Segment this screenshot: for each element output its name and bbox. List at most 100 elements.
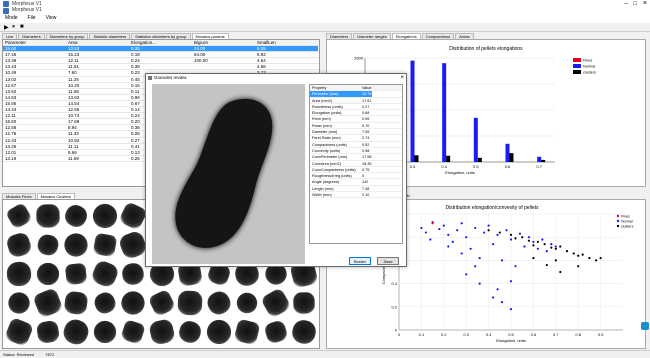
properties-body: Perimeter (mm) 15.75 Area (mm2) 17.61 Roundn… xyxy=(310,91,402,199)
property-value: 7.38 xyxy=(362,186,370,191)
mosaic-tile[interactable] xyxy=(6,290,32,316)
mosaic-tile[interactable] xyxy=(262,319,289,345)
app-icon xyxy=(3,1,9,7)
property-value: 2.74 xyxy=(362,136,370,141)
bar xyxy=(505,143,510,162)
scatter-point xyxy=(554,259,557,262)
mosaic-tile[interactable] xyxy=(147,288,176,318)
mosaic-tile[interactable] xyxy=(5,231,33,259)
mosaic-tile[interactable] xyxy=(32,259,63,289)
mosaic-tile[interactable] xyxy=(3,316,35,348)
mosaic-tile[interactable] xyxy=(233,318,261,346)
mosaic-tile[interactable] xyxy=(89,258,120,290)
mosaic-tile[interactable] xyxy=(91,318,118,346)
scatter-point xyxy=(599,256,602,260)
table-cell: 0.38 xyxy=(131,64,140,70)
x-axis-label: Elongation, units xyxy=(445,170,475,175)
stop-icon[interactable]: ■ xyxy=(20,24,24,30)
scatter-point xyxy=(550,246,553,249)
mosaic-tile[interactable] xyxy=(203,287,234,319)
table-cell xyxy=(192,64,255,69)
scatter-point xyxy=(509,233,513,236)
property-name: Rmin (mm) xyxy=(312,117,331,122)
mosaic-tile[interactable] xyxy=(5,202,33,230)
mosaic-tile[interactable] xyxy=(120,261,146,287)
col-biglen[interactable]: BigLen xyxy=(192,40,255,45)
table-cell: 11.65 xyxy=(68,88,79,94)
mosaic-tile[interactable] xyxy=(61,201,91,231)
mosaic-tile[interactable] xyxy=(35,319,60,345)
col-area[interactable]: Area xyxy=(66,40,129,45)
scatter-point xyxy=(509,308,513,311)
col-smalllen[interactable]: SmallLen xyxy=(255,40,318,45)
mosaic-tile[interactable] xyxy=(236,292,258,314)
x-tick-label: 0.3 xyxy=(463,332,469,337)
border-button[interactable]: Border xyxy=(349,257,371,265)
mosaic-tile[interactable] xyxy=(120,319,146,345)
mosaic-tile[interactable] xyxy=(203,317,234,347)
scatter-point xyxy=(478,282,481,285)
col-parameter[interactable]: Parameter xyxy=(3,40,66,45)
properties-grid[interactable]: Property Value Perimeter (mm) 15.75 Area (… xyxy=(309,84,403,244)
mosaic-tile[interactable] xyxy=(290,318,318,346)
table-cell: 10.49 xyxy=(5,70,17,76)
mosaic-tile[interactable] xyxy=(118,201,148,231)
scatter-point xyxy=(554,247,557,250)
table-cell: 12.11 xyxy=(5,113,16,119)
mosaic-tile[interactable] xyxy=(120,290,146,316)
minimize-icon[interactable]: – xyxy=(625,1,628,7)
table-cell: 4.56 xyxy=(257,64,266,70)
table-cell: 8.94 xyxy=(68,125,77,131)
mosaic-tile[interactable] xyxy=(35,232,60,258)
table-cell: 24.00 xyxy=(192,46,255,52)
mosaic-tile[interactable] xyxy=(63,290,89,316)
maximize-icon[interactable]: □ xyxy=(633,1,637,7)
scatter-point xyxy=(514,265,517,268)
mosaic-tile[interactable] xyxy=(64,262,88,286)
mosaic-tile[interactable] xyxy=(176,318,204,346)
mosaic-tile[interactable] xyxy=(147,318,176,346)
dialog-close-icon[interactable]: × xyxy=(400,74,404,82)
scatter-point xyxy=(559,270,562,274)
mosaic-tile[interactable] xyxy=(35,204,60,228)
property-value: 7.06 xyxy=(362,130,370,135)
col-elongation[interactable]: Elongation... xyxy=(129,40,192,45)
legend-label: clusters xyxy=(621,225,634,229)
table-cell: 15.50 xyxy=(5,119,17,125)
table-cell: 0.35 xyxy=(129,46,192,52)
chart-legend: FinesNormalclusters xyxy=(616,215,634,229)
legend-label: Normal xyxy=(621,220,633,224)
mosaic-tile[interactable] xyxy=(91,203,118,229)
property-row[interactable]: Width (mm) 2.10 xyxy=(310,192,402,199)
table-cell: 4.64 xyxy=(257,58,266,64)
side-badge-icon[interactable] xyxy=(641,322,649,330)
mosaic-tile[interactable] xyxy=(92,232,117,258)
play-icon[interactable]: ▶ xyxy=(4,24,9,31)
window-title-secondary: Morpheus V1 xyxy=(12,7,42,13)
menu-file[interactable]: File xyxy=(28,14,36,23)
close-icon[interactable]: × xyxy=(643,0,647,7)
table-cell: 100.00 xyxy=(194,58,208,64)
mosaic-tile[interactable] xyxy=(31,287,64,319)
table-cell: 12.58 xyxy=(5,125,17,131)
mosaic-tile[interactable] xyxy=(117,229,149,261)
menu-view[interactable]: View xyxy=(46,14,57,23)
bar xyxy=(473,117,478,162)
property-name: Length (mm) xyxy=(312,186,334,191)
save-button[interactable]: Save xyxy=(377,257,399,265)
mosaic-tile[interactable] xyxy=(91,289,118,317)
mosaic-tile[interactable] xyxy=(6,261,32,287)
table-cell: 14.63 xyxy=(5,94,17,100)
mosaic-tile[interactable] xyxy=(177,290,203,316)
table-cell: 0.18 xyxy=(131,52,140,58)
legend-marker xyxy=(616,224,620,228)
mosaic-tile[interactable] xyxy=(293,292,315,314)
menu-mode[interactable]: Mode xyxy=(5,14,18,23)
scatter-point xyxy=(577,254,580,257)
x-tick-label: 0.1 xyxy=(419,332,425,337)
x-tick-label: 0.4 xyxy=(441,164,447,169)
mosaic-tile[interactable] xyxy=(60,316,92,348)
mosaic-tile[interactable] xyxy=(259,287,292,319)
pause-icon[interactable]: ⏸ xyxy=(12,24,15,31)
mosaic-tile[interactable] xyxy=(61,230,91,260)
